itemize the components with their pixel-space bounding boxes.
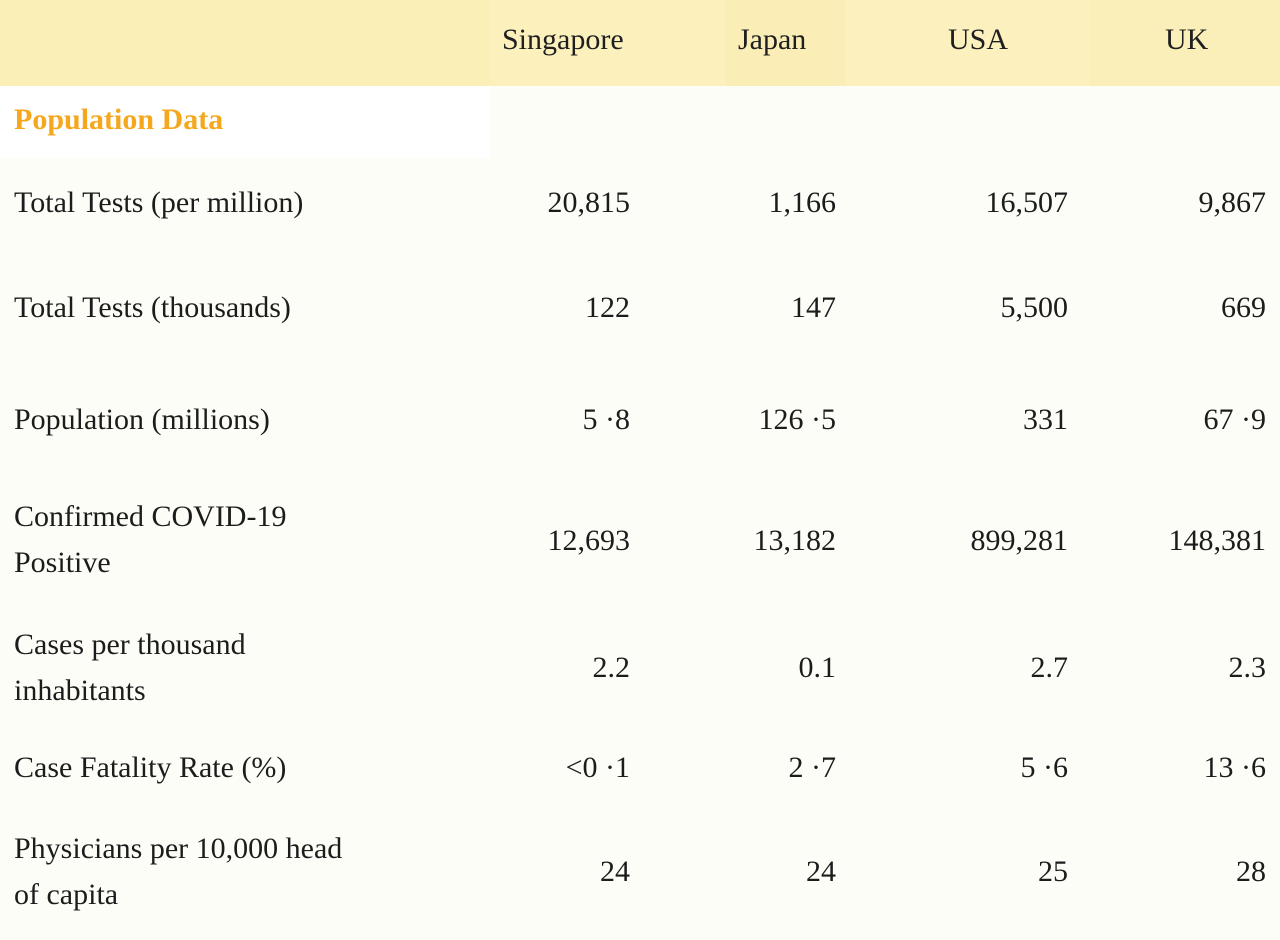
- section-title: Population Data: [14, 103, 224, 136]
- column-header-usa: USA: [948, 23, 1009, 56]
- row-label-confirmed-covid-positive: Confirmed COVID-19 Positive: [14, 500, 287, 579]
- table-cell: 2.2: [592, 651, 631, 684]
- table-cell: 20,815: [547, 186, 631, 219]
- table-cell: 12,693: [547, 524, 631, 557]
- row-label-total-tests-thousands: Total Tests (thousands): [14, 291, 291, 324]
- table-cell: 2.3: [1228, 651, 1267, 684]
- row-label-population-millions: Population (millions): [14, 403, 270, 436]
- row-label-cases-per-thousand: Cases per thousand inhabitants: [14, 628, 246, 707]
- table-cell: 0.1: [798, 651, 837, 684]
- table-header-band: [0, 0, 1280, 86]
- column-header-japan: Japan: [738, 23, 807, 56]
- table-cell: 16,507: [985, 186, 1069, 219]
- table-cell: 1,166: [768, 186, 837, 219]
- table-cell: 5 ·6: [1020, 751, 1069, 784]
- row-label-case-fatality-rate: Case Fatality Rate (%): [14, 751, 287, 784]
- table-cell: 899,281: [970, 524, 1069, 557]
- column-header-singapore: Singapore: [502, 23, 624, 56]
- row-label-total-tests-per-million: Total Tests (per million): [14, 186, 304, 219]
- table-cell: 13 ·6: [1203, 751, 1267, 784]
- table-cell: 25: [1038, 855, 1068, 888]
- table-cell: 5 ·8: [582, 403, 631, 436]
- header-band-segment: [0, 0, 490, 86]
- table-cell: 147: [791, 291, 836, 324]
- table-cell: 9,867: [1198, 186, 1267, 219]
- table-cell: 24: [806, 855, 836, 888]
- table-cell: 331: [1023, 403, 1068, 436]
- table-cell: 669: [1221, 291, 1266, 324]
- table-cell: 122: [585, 291, 630, 324]
- table-cell: 2 ·7: [788, 751, 837, 784]
- table-cell: 13,182: [753, 524, 837, 557]
- table-cell: 148,381: [1168, 524, 1267, 557]
- table-cell: 2.7: [1030, 651, 1069, 684]
- table-cell: <0 ·1: [565, 751, 630, 784]
- table-cell: 126 ·5: [758, 403, 837, 436]
- table-cell: 5,500: [1000, 291, 1069, 324]
- table-cell: 67 ·9: [1203, 403, 1267, 436]
- table-cell: 28: [1236, 855, 1266, 888]
- column-header-uk: UK: [1165, 23, 1209, 56]
- row-label-physicians-per-10000: Physicians per 10,000 head of capita: [14, 832, 343, 911]
- table-cell: 24: [600, 855, 630, 888]
